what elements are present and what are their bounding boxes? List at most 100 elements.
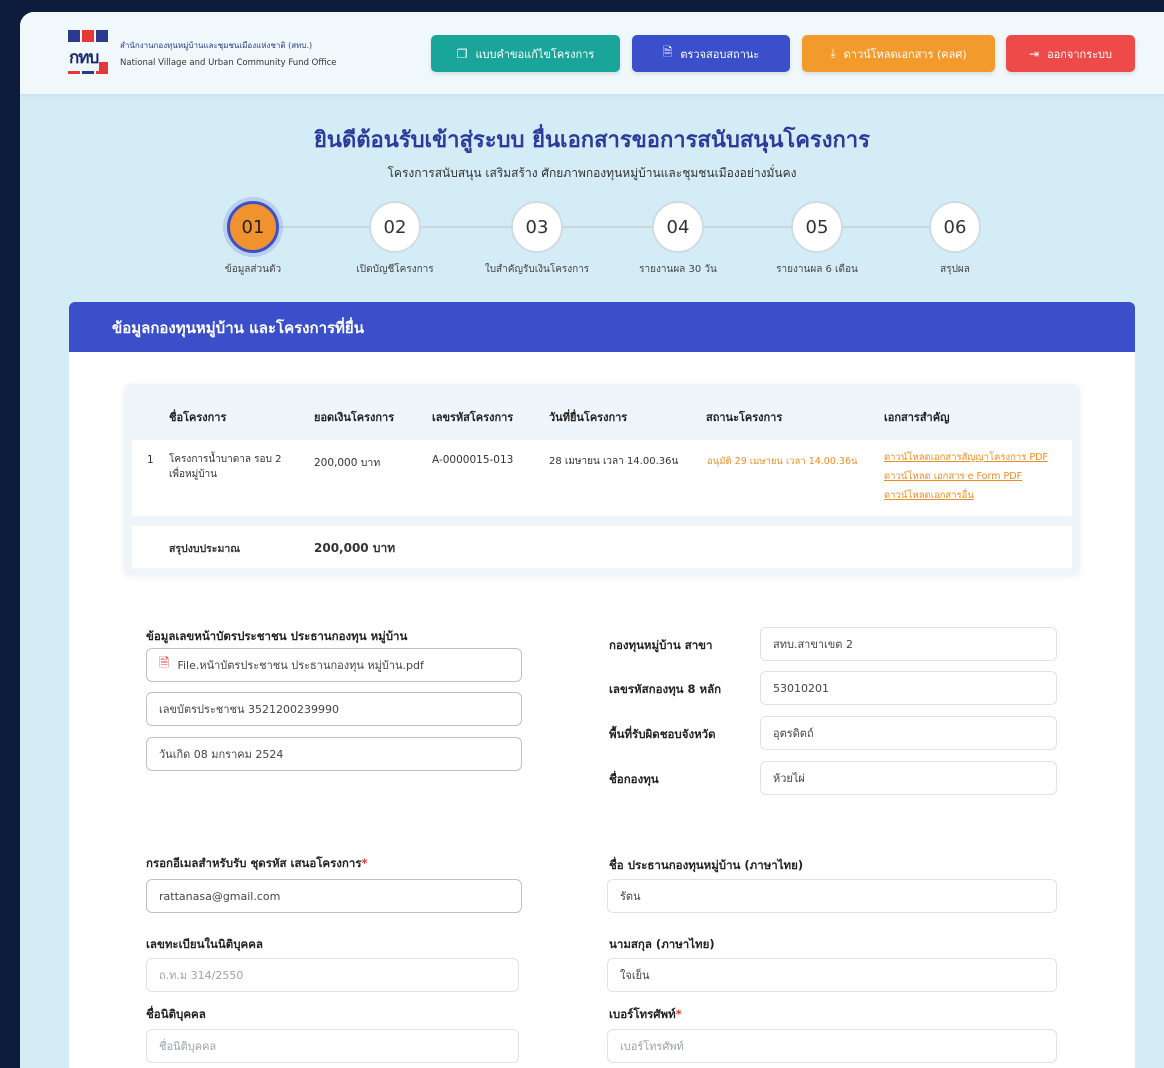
- branch-value: สทบ.สาขาเขต 2: [773, 638, 853, 651]
- pdf-icon: 🗎: [159, 656, 170, 671]
- entity-label: ชื่อนิติบุคคล: [146, 1007, 206, 1021]
- col-header-amount: ยอดเงินโครงการ: [314, 411, 395, 424]
- top-navbar: กทบ สำนักงานกองทุนหมู่บ้านและชุมชนเมืองแ…: [20, 12, 1164, 94]
- table-row: 1 โครงการน้ำบาดาล รอบ 2 เพื่อหมู่บ้าน 20…: [132, 440, 1072, 516]
- step-number: 04: [666, 216, 690, 238]
- email-value: rattanasa@gmail.com: [159, 889, 281, 903]
- branch-field[interactable]: สทบ.สาขาเขต 2: [760, 627, 1057, 661]
- download-contract-link[interactable]: ดาวน์โหลดเอกสารสัญญาโครงการ PDF: [884, 450, 1069, 465]
- logout-label: ออกจากระบบ: [1047, 47, 1112, 61]
- province-label: พื้นที่รับผิดชอบจังหวัด: [609, 727, 716, 741]
- phone-label: เบอร์โทรศัพท์*: [609, 1006, 682, 1024]
- step-number: 02: [383, 216, 407, 238]
- step-label-05: รายงานผล 6 เดือน: [776, 264, 858, 275]
- row-index: 1: [147, 454, 154, 466]
- phone-placeholder: เบอร์โทรศัพท์: [620, 1040, 684, 1053]
- col-header-date: วันที่ยื่นโครงการ: [549, 411, 628, 424]
- logout-button[interactable]: ⇥ ออกจากระบบ: [1006, 35, 1135, 72]
- fund-code-field[interactable]: 53010201: [760, 671, 1057, 705]
- required-mark: *: [361, 856, 368, 870]
- summary-label: สรุปงบประมาณ: [169, 543, 241, 555]
- email-label: กรอกอีเมลสำหรับรับ ชุดรหัส เสนอโครงการ*: [146, 855, 368, 873]
- edit-request-button[interactable]: ❐ แบบคำขอแก้ไขโครงการ: [431, 35, 620, 72]
- entity-field[interactable]: ชื่อนิติบุคคล: [146, 1029, 519, 1063]
- fund-name-value: ห้วยไผ่: [773, 772, 805, 785]
- download-other-link[interactable]: ดาวน์โหลดเอกสารอื่น: [884, 488, 1069, 503]
- step-05[interactable]: 05: [791, 201, 843, 253]
- row-documents: ดาวน์โหลดเอกสารสัญญาโครงการ PDF ดาวน์โหล…: [884, 450, 1069, 507]
- phone-label-text: เบอร์โทรศัพท์: [609, 1007, 676, 1021]
- panel-header: ข้อมูลกองทุนหมู่บ้าน และโครงการที่ยื่น: [69, 302, 1135, 352]
- summary-value: 200,000 บาท: [314, 541, 396, 555]
- step-02[interactable]: 02: [369, 201, 421, 253]
- fund-name-label: ชื่อกองทุน: [609, 772, 659, 786]
- org-name-english: National Village and Urban Community Fun…: [120, 57, 337, 68]
- project-table: ชื่อโครงการ ยอดเงินโครงการ เลขรหัสโครงกา…: [124, 384, 1080, 574]
- check-status-button[interactable]: 🗎 ตรวจสอบสถานะ: [632, 35, 790, 72]
- col-header-code: เลขรหัสโครงการ: [432, 411, 514, 424]
- row-status: อนุมัติ 29 เมษายน เวลา 14.00.36น: [707, 456, 858, 467]
- logout-icon: ⇥: [1029, 46, 1040, 61]
- download-documents-button[interactable]: ⤓ ดาวน์โหลดเอกสาร (คลศ): [802, 35, 995, 72]
- registration-field[interactable]: ถ.ท.ม 314/2550: [146, 958, 519, 992]
- step-06[interactable]: 06: [929, 201, 981, 253]
- chair-name-field[interactable]: รัตน: [607, 879, 1057, 913]
- id-card-label: ข้อมูลเลขหน้าบัตรประชาชน ประธานกองทุน หม…: [146, 629, 408, 643]
- col-header-documents: เอกสารสำคัญ: [884, 411, 950, 424]
- step-label-04: รายงานผล 30 วัน: [639, 264, 717, 275]
- entity-placeholder: ชื่อนิติบุคคล: [159, 1040, 217, 1053]
- fund-code-value: 53010201: [773, 681, 829, 695]
- step-label-06: สรุปผล: [940, 264, 970, 275]
- step-label-01: ข้อมูลส่วนตัว: [224, 264, 282, 275]
- page-subtitle: โครงการสนับสนุน เสริมสร้าง ศักยภาพกองทุน…: [387, 166, 797, 180]
- org-logo[interactable]: กทบ สำนักงานกองทุนหมู่บ้านและชุมชนเมืองแ…: [68, 30, 336, 76]
- download-eform-link[interactable]: ดาวน์โหลด เอกสาร e Form PDF: [884, 469, 1069, 484]
- download-documents-label: ดาวน์โหลดเอกสาร (คลศ): [843, 47, 967, 61]
- birth-date-field[interactable]: วันเกิด 08 มกราคม 2524: [146, 737, 522, 771]
- row-project-name: โครงการน้ำบาดาล รอบ 2 เพื่อหมู่บ้าน: [169, 454, 282, 480]
- org-name-thai: สำนักงานกองทุนหมู่บ้านและชุมชนเมืองแห่งช…: [120, 40, 313, 50]
- fund-name-field[interactable]: ห้วยไผ่: [760, 761, 1057, 795]
- id-card-file-field[interactable]: 🗎 File.หน้าบัตรประชาชน ประธานกองทุน หมู่…: [146, 648, 522, 682]
- col-header-status: สถานะโครงการ: [706, 411, 783, 424]
- step-03[interactable]: 03: [511, 201, 563, 253]
- registration-placeholder: ถ.ท.ม 314/2550: [159, 969, 244, 982]
- phone-field[interactable]: เบอร์โทรศัพท์: [607, 1029, 1057, 1063]
- id-number-field[interactable]: เลขบัตรประชาชน 3521200239990: [146, 692, 522, 726]
- id-card-file-name: File.หน้าบัตรประชาชน ประธานกองทุน หมู่บ้…: [177, 659, 424, 672]
- birth-date-value: วันเกิด 08 มกราคม 2524: [159, 748, 284, 761]
- fund-code-label: เลขรหัสกองทุน 8 หลัก: [609, 682, 722, 696]
- step-01[interactable]: 01: [227, 201, 279, 253]
- step-number: 05: [805, 216, 829, 238]
- app-frame: กทบ สำนักงานกองทุนหมู่บ้านและชุมชนเมืองแ…: [20, 12, 1164, 1068]
- email-field[interactable]: rattanasa@gmail.com: [146, 879, 522, 913]
- edit-request-label: แบบคำขอแก้ไขโครงการ: [475, 47, 595, 61]
- chair-name-value: รัตน: [620, 890, 641, 903]
- step-number: 06: [943, 216, 967, 238]
- step-04[interactable]: 04: [652, 201, 704, 253]
- file-icon: 🗎: [662, 45, 673, 59]
- id-number-value: เลขบัตรประชาชน 3521200239990: [159, 703, 339, 716]
- row-code: A-0000015-013: [432, 454, 514, 466]
- page-title: ยินดีต้อนรับเข้าสู่ระบบ ยื่นเอกสารขอการส…: [314, 128, 870, 153]
- chair-name-label: ชื่อ ประธานกองทุนหมู่บ้าน (ภาษาไทย): [609, 858, 804, 872]
- document-copy-icon: ❐: [456, 46, 468, 61]
- step-label-03: ใบสำคัญรับเงินโครงการ: [484, 264, 590, 275]
- budget-summary-row: สรุปงบประมาณ 200,000 บาท: [132, 526, 1072, 568]
- col-header-name: ชื่อโครงการ: [169, 411, 227, 424]
- surname-label: นามสกุล (ภาษาไทย): [609, 937, 715, 951]
- surname-field[interactable]: ใจเย็น: [607, 958, 1057, 992]
- logo-text-mark: กทบ: [68, 44, 99, 71]
- check-status-label: ตรวจสอบสถานะ: [680, 47, 760, 61]
- branch-label: กองทุนหมู่บ้าน สาขา: [609, 638, 713, 652]
- email-label-text: กรอกอีเมลสำหรับรับ ชุดรหัส เสนอโครงการ: [146, 856, 362, 870]
- province-field[interactable]: อุตรดิตถ์: [760, 716, 1057, 750]
- step-number: 03: [525, 216, 549, 238]
- step-label-02: เปิดบัญชีโครงการ: [356, 264, 434, 275]
- row-date: 28 เมษายน เวลา 14.00.36น: [549, 456, 679, 467]
- download-icon: ⤓: [830, 46, 836, 60]
- surname-value: ใจเย็น: [620, 969, 650, 982]
- step-number: 01: [241, 216, 265, 238]
- row-amount: 200,000 บาท: [314, 457, 381, 469]
- logo-mark: กทบ: [68, 30, 112, 76]
